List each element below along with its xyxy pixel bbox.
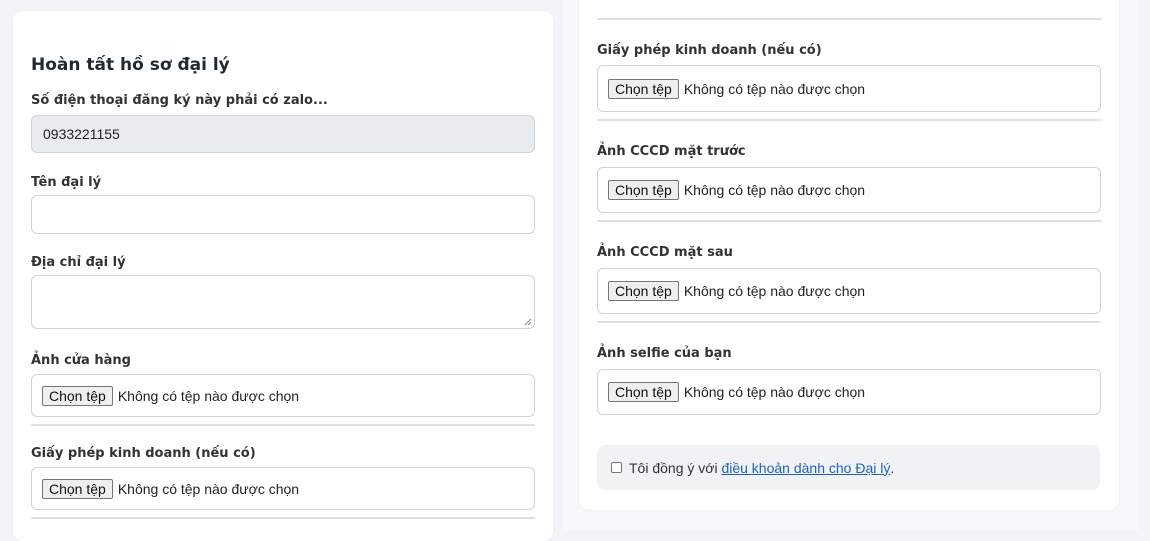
divider bbox=[597, 321, 1101, 323]
file-status-text: Không có tệp nào được chọn bbox=[683, 283, 866, 299]
file-status-text: Không có tệp nào được chọn bbox=[117, 480, 300, 497]
id-back-label: Ảnh CCCD mặt sau bbox=[597, 245, 733, 260]
phone-field[interactable]: 0933221155 bbox=[31, 115, 535, 153]
phone-label: Số điện thoại đăng ký này phải có zalo..… bbox=[31, 93, 328, 108]
terms-checkbox[interactable] bbox=[611, 462, 622, 473]
file-status-text: Không có tệp nào được chọn bbox=[117, 387, 300, 404]
choose-file-button[interactable]: Chọn tệp bbox=[608, 281, 679, 301]
agent-name-label: Tên đại lý bbox=[31, 175, 102, 190]
business-license-file-input[interactable]: Chọn tệp Không có tệp nào được chọn bbox=[31, 467, 535, 510]
choose-file-button[interactable]: Chọn tệp bbox=[42, 385, 113, 406]
file-status-text: Không có tệp nào được chọn bbox=[683, 182, 866, 198]
terms-prefix: Tôi đồng ý với bbox=[629, 459, 722, 476]
id-front-file-input[interactable]: Chọn tệp Không có tệp nào được chọn bbox=[597, 167, 1101, 213]
choose-file-button[interactable]: Chọn tệp bbox=[42, 478, 113, 499]
business-license-file-input[interactable]: Chọn tệp Không có tệp nào được chọn bbox=[597, 65, 1101, 112]
divider bbox=[597, 18, 1101, 20]
terms-link[interactable]: điều khoản dành cho Đại lý bbox=[721, 460, 890, 476]
divider bbox=[597, 119, 1101, 121]
business-license-label: Giấy phép kinh doanh (nếu có) bbox=[31, 446, 256, 461]
resize-grip-icon[interactable] bbox=[524, 318, 532, 326]
file-status-text: Không có tệp nào được chọn bbox=[683, 384, 866, 400]
terms-suffix: . bbox=[890, 459, 895, 476]
terms-agreement: Tôi đồng ý với điều khoản dành cho Đại l… bbox=[597, 445, 1100, 490]
agent-name-field[interactable] bbox=[31, 195, 535, 234]
agent-address-field[interactable] bbox=[31, 275, 535, 329]
id-front-label: Ảnh CCCD mặt trước bbox=[597, 144, 746, 159]
selfie-label: Ảnh selfie của bạn bbox=[597, 346, 732, 361]
store-photo-file-input[interactable]: Chọn tệp Không có tệp nào được chọn bbox=[31, 374, 535, 417]
page-title: Hoàn tất hồ sơ đại lý bbox=[31, 55, 230, 75]
choose-file-button[interactable]: Chọn tệp bbox=[608, 180, 679, 200]
agent-address-label: Địa chỉ đại lý bbox=[31, 255, 126, 270]
business-license-label: Giấy phép kinh doanh (nếu có) bbox=[597, 43, 822, 58]
choose-file-button[interactable]: Chọn tệp bbox=[608, 78, 679, 99]
terms-text: Tôi đồng ý với điều khoản dành cho Đại l… bbox=[629, 460, 894, 476]
id-back-file-input[interactable]: Chọn tệp Không có tệp nào được chọn bbox=[597, 268, 1101, 314]
choose-file-button[interactable]: Chọn tệp bbox=[608, 382, 679, 402]
divider bbox=[597, 220, 1101, 222]
selfie-file-input[interactable]: Chọn tệp Không có tệp nào được chọn bbox=[597, 369, 1101, 415]
divider bbox=[31, 424, 535, 426]
store-photo-label: Ảnh cửa hàng bbox=[31, 353, 131, 368]
divider bbox=[31, 517, 535, 519]
file-status-text: Không có tệp nào được chọn bbox=[683, 80, 866, 97]
